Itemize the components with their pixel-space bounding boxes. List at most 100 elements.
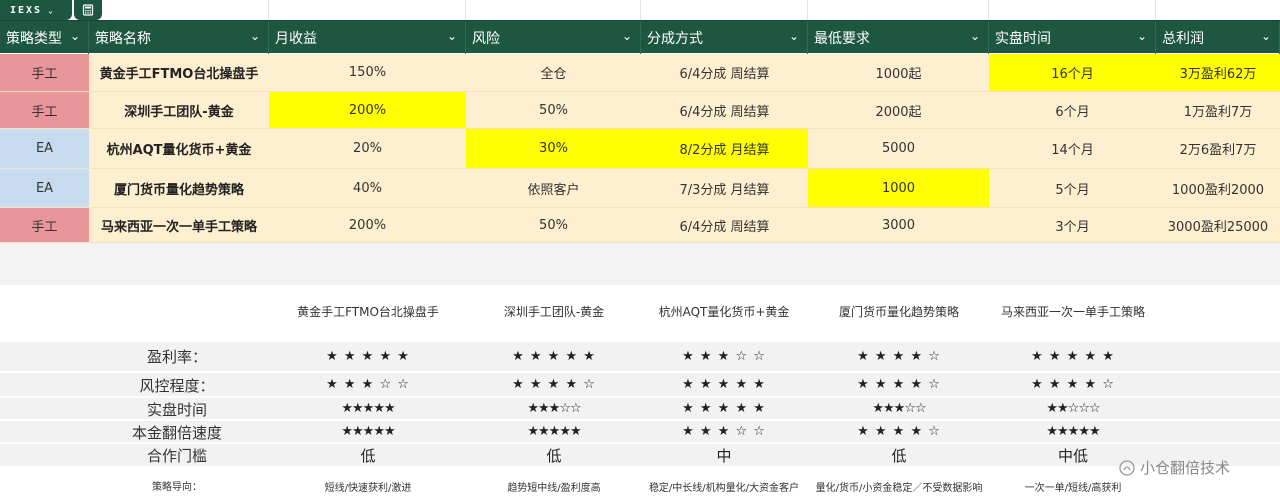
- grid-line: [268, 0, 269, 20]
- watermark-logo-icon: [1119, 459, 1135, 476]
- rating-row-label: 风控程度：: [139, 377, 215, 395]
- header-cell-risk[interactable]: 风险 ⌄: [466, 21, 641, 54]
- cell-split[interactable]: 6/4分成 周结算: [641, 208, 808, 243]
- cell-split[interactable]: 8/2分成 月结算: [641, 129, 808, 169]
- chevron-down-icon: ⌄: [48, 5, 53, 15]
- filter-dropdown-icon[interactable]: ⌄: [1137, 29, 1147, 43]
- cell-min[interactable]: 1000: [808, 169, 989, 208]
- grid-line: [465, 0, 466, 20]
- cell-monthly[interactable]: 150%: [269, 54, 466, 92]
- header-cell-type[interactable]: 策略类型 ⌄: [0, 21, 89, 54]
- separator-band: [0, 243, 1280, 285]
- strategy-guide: 量化/货币/小资金稳定／不受数据影响: [815, 483, 983, 494]
- cell-type[interactable]: EA: [0, 169, 89, 208]
- star-rating: ★ ★ ★ ☆ ☆: [682, 424, 766, 439]
- filter-dropdown-icon[interactable]: ⌄: [447, 29, 457, 43]
- star-rating: ★ ★ ★ ★ ★: [326, 349, 410, 364]
- header-cell-min[interactable]: 最低要求 ⌄: [808, 21, 989, 54]
- cell-name[interactable]: 黄金手工FTMO台北操盘手: [89, 54, 269, 92]
- threshold-level: 中: [716, 447, 732, 465]
- star-rating: ★ ★ ★ ★ ★: [682, 401, 766, 416]
- cell-name[interactable]: 深圳手工团队-黄金: [89, 92, 269, 129]
- cell-live[interactable]: 6个月: [989, 92, 1156, 129]
- header-label: 总利润: [1162, 30, 1204, 47]
- table-row: 手工 马来西亚一次一单手工策略 200% 50% 6/4分成 周结算 3000 …: [0, 208, 1280, 243]
- cell-risk[interactable]: 50%: [466, 92, 641, 129]
- star-rating: ★★★★★: [1046, 424, 1100, 439]
- star-rating: ★ ★ ★ ☆ ☆: [326, 377, 410, 392]
- cell-live[interactable]: 14个月: [989, 129, 1156, 169]
- cell-min[interactable]: 2000起: [808, 92, 989, 129]
- cell-type[interactable]: 手工: [0, 92, 89, 129]
- cell-type[interactable]: 手工: [0, 54, 89, 92]
- cell-live[interactable]: 16个月: [989, 54, 1156, 92]
- table-row: EA 厦门货币量化趋势策略 40% 依照客户 7/3分成 月结算 1000 5个…: [0, 169, 1280, 208]
- star-rating: ★★★★★: [341, 401, 395, 416]
- watermark-text: 小仓翻倍技术: [1140, 459, 1231, 477]
- cell-split[interactable]: 6/4分成 周结算: [641, 92, 808, 129]
- header-cell-monthly[interactable]: 月收益 ⌄: [269, 21, 466, 54]
- sheet-tab[interactable]: IEXS ⌄: [0, 0, 72, 20]
- star-rating: ★ ★ ★ ★ ☆: [1031, 377, 1115, 392]
- cell-monthly[interactable]: 200%: [269, 92, 466, 129]
- cell-profit[interactable]: 3万盈利62万: [1156, 54, 1280, 92]
- cell-name[interactable]: 厦门货币量化趋势策略: [89, 169, 269, 208]
- header-cell-split[interactable]: 分成方式 ⌄: [641, 21, 808, 54]
- cell-risk[interactable]: 全仓: [466, 54, 641, 92]
- star-rating: ★ ★ ★ ★ ★: [1031, 349, 1115, 364]
- cell-type[interactable]: 手工: [0, 208, 89, 243]
- sheet-top-strip: [0, 0, 1280, 20]
- header-label: 风险: [472, 30, 500, 47]
- strategy-guide: 短线/快速获利/激进: [324, 483, 412, 494]
- cell-profit[interactable]: 3000盈利25000: [1156, 208, 1280, 243]
- grid-line: [640, 0, 641, 20]
- threshold-level: 低: [546, 447, 562, 465]
- cell-monthly[interactable]: 40%: [269, 169, 466, 208]
- cell-name[interactable]: 杭州AQT量化货币+黄金: [89, 129, 269, 169]
- header-label: 实盘时间: [995, 30, 1051, 47]
- star-rating: ★★★★★: [527, 424, 581, 439]
- header-label: 月收益: [275, 30, 317, 47]
- sheet-tab-label: IEXS: [10, 4, 43, 16]
- filter-dropdown-icon[interactable]: ⌄: [1261, 29, 1271, 43]
- cell-live[interactable]: 3个月: [989, 208, 1156, 243]
- star-rating: ★ ★ ★ ★ ☆: [857, 377, 941, 392]
- cell-name[interactable]: 马来西亚一次一单手工策略: [89, 208, 269, 243]
- header-cell-live[interactable]: 实盘时间 ⌄: [989, 21, 1156, 54]
- strategy-column-label: 黄金手工FTMO台北操盘手: [297, 305, 439, 319]
- strategy-column-label: 马来西亚一次一单手工策略: [1000, 305, 1145, 319]
- cell-min[interactable]: 1000起: [808, 54, 989, 92]
- star-rating: ★ ★ ★ ★ ★: [512, 349, 596, 364]
- header-cell-profit[interactable]: 总利润 ⌄: [1156, 21, 1280, 54]
- cell-live[interactable]: 5个月: [989, 169, 1156, 208]
- cell-monthly[interactable]: 20%: [269, 129, 466, 169]
- strategy-column-label: 厦门货币量化趋势策略: [838, 305, 959, 319]
- star-rating: ★★★☆☆: [527, 401, 581, 416]
- header-label: 策略类型: [6, 30, 62, 47]
- cell-min[interactable]: 5000: [808, 129, 989, 169]
- cell-monthly[interactable]: 200%: [269, 208, 466, 243]
- filter-dropdown-icon[interactable]: ⌄: [70, 29, 80, 43]
- cell-profit[interactable]: 1万盈利7万: [1156, 92, 1280, 129]
- cell-profit[interactable]: 2万6盈利7万: [1156, 129, 1280, 169]
- cell-split[interactable]: 6/4分成 周结算: [641, 54, 808, 92]
- star-rating: ★ ★ ★ ★ ★: [682, 377, 766, 392]
- strategy-column-label: 深圳手工团队-黄金: [503, 305, 605, 319]
- cell-min[interactable]: 3000: [808, 208, 989, 243]
- cell-risk[interactable]: 依照客户: [466, 169, 641, 208]
- cell-split[interactable]: 7/3分成 月结算: [641, 169, 808, 208]
- filter-dropdown-icon[interactable]: ⌄: [250, 29, 260, 43]
- star-rating: ★★☆☆☆: [1046, 401, 1100, 416]
- cell-risk[interactable]: 50%: [466, 208, 641, 243]
- filter-dropdown-icon[interactable]: ⌄: [970, 29, 980, 43]
- calculator-icon[interactable]: [74, 0, 102, 20]
- table-row: EA 杭州AQT量化货币+黄金 20% 30% 8/2分成 月结算 5000 1…: [0, 129, 1280, 169]
- cell-profit[interactable]: 1000盈利2000: [1156, 169, 1280, 208]
- filter-dropdown-icon[interactable]: ⌄: [789, 29, 799, 43]
- cell-type[interactable]: EA: [0, 129, 89, 169]
- header-label: 分成方式: [647, 30, 703, 47]
- header-cell-name[interactable]: 策略名称 ⌄: [89, 21, 269, 54]
- cell-risk[interactable]: 30%: [466, 129, 641, 169]
- header-label: 最低要求: [814, 30, 870, 47]
- filter-dropdown-icon[interactable]: ⌄: [622, 29, 632, 43]
